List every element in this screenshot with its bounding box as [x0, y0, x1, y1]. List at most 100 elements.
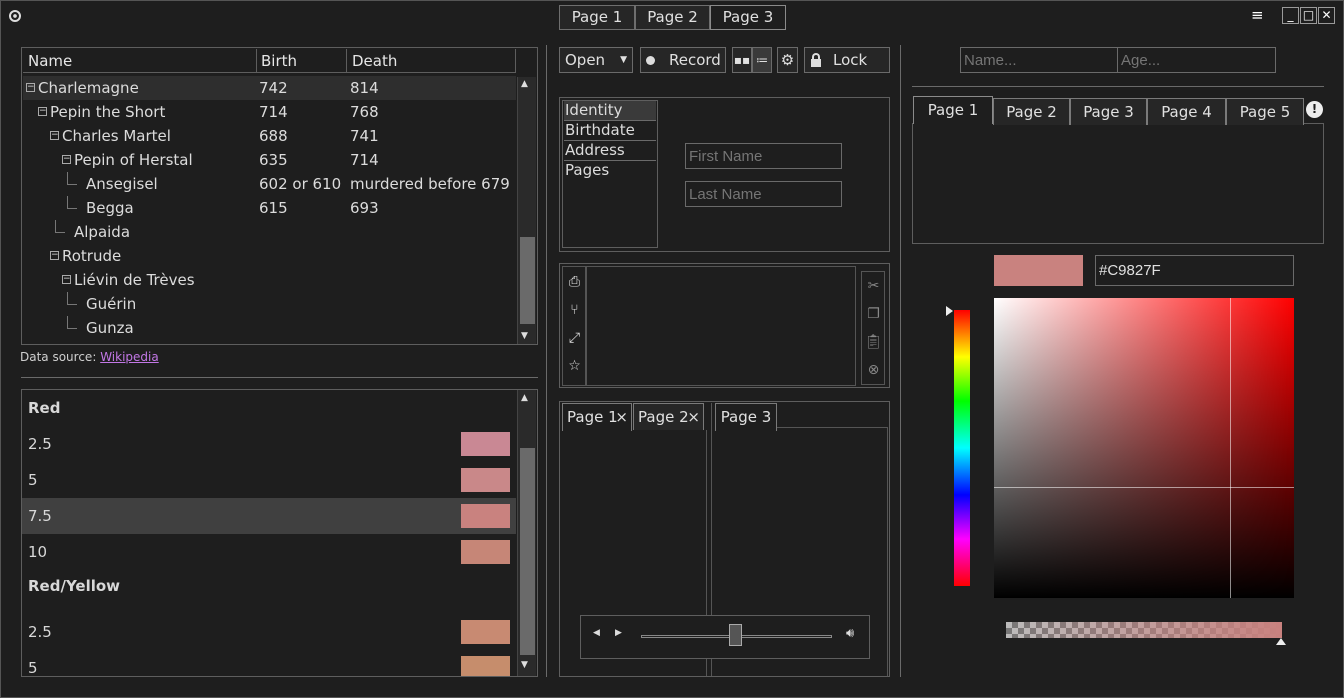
right-tab-page-5[interactable]: Page 5	[1226, 98, 1304, 125]
record-label: Record	[669, 51, 721, 69]
close-tab-icon[interactable]: ×	[687, 404, 700, 430]
inner-tab-page-2[interactable]: Page 2 ×	[633, 403, 704, 430]
right-tab-panel	[912, 123, 1324, 244]
tree-row[interactable]: Ansegisel 602 or 610 murdered before 679	[23, 172, 516, 196]
window-tab-page-3[interactable]: Page 3	[710, 5, 786, 30]
close-icon[interactable]: ✕	[1318, 7, 1335, 24]
tree-row[interactable]: − Liévin de Trèves	[23, 268, 516, 292]
collapse-icon[interactable]: −	[62, 155, 71, 164]
alert-icon[interactable]: !	[1306, 101, 1323, 118]
last-name-field[interactable]	[685, 181, 842, 207]
tree-row[interactable]: Gunza	[23, 316, 516, 340]
tree-row[interactable]: − Pepin the Short 714 768	[23, 100, 516, 124]
picker-crosshair-v	[1230, 298, 1231, 598]
collapse-icon[interactable]: −	[26, 83, 35, 92]
open-file-icon[interactable]: ⎙	[564, 270, 585, 294]
age-field[interactable]	[1117, 47, 1276, 73]
close-tab-icon[interactable]: ×	[615, 404, 628, 430]
right-tab-page-1[interactable]: Page 1	[913, 96, 993, 124]
expand-icon[interactable]: ⤢	[564, 326, 585, 350]
swatch-scrollbar[interactable]: ▲ ▼	[517, 390, 536, 676]
tree-branch-line	[67, 172, 77, 185]
tree-row[interactable]: − Rotrude	[23, 244, 516, 268]
record-icon	[646, 56, 655, 65]
scroll-up-icon[interactable]: ▲	[521, 393, 528, 403]
previous-icon[interactable]: ◀	[593, 628, 600, 638]
list-view-button[interactable]: ≔	[752, 47, 772, 73]
collapse-icon[interactable]: −	[62, 275, 71, 284]
window-tab-page-1[interactable]: Page 1	[559, 5, 635, 30]
swatch-item[interactable]: 7.5	[22, 498, 516, 534]
scroll-up-icon[interactable]: ▲	[521, 79, 528, 89]
tree-row-name: Charlemagne	[38, 79, 139, 97]
alpha-marker-icon[interactable]	[1276, 638, 1286, 645]
right-tab-page-2[interactable]: Page 2	[993, 98, 1070, 125]
form-page-item[interactable]: Pages	[564, 161, 656, 181]
maximize-icon[interactable]: □	[1300, 7, 1317, 24]
form-page-item[interactable]: Address	[564, 141, 656, 161]
wikipedia-link[interactable]: Wikipedia	[100, 350, 159, 364]
tree-row[interactable]: − Charles Martel 688 741	[23, 124, 516, 148]
form-page-item[interactable]: Identity	[564, 101, 656, 121]
window-tab-page-2[interactable]: Page 2	[635, 5, 710, 30]
swatch-item[interactable]: 5	[22, 650, 516, 676]
inner-tab-page-3[interactable]: Page 3	[715, 403, 777, 431]
scroll-thumb[interactable]	[520, 448, 535, 655]
tree-row[interactable]: − Charlemagne 742 814	[23, 76, 516, 100]
scroll-thumb[interactable]	[520, 237, 535, 324]
tree-row-birth: 615	[259, 199, 288, 217]
open-dropdown[interactable]: Open ▼	[559, 47, 633, 73]
swatch-item[interactable]: 2.5	[22, 426, 516, 462]
form-page-item[interactable]: Birthdate	[564, 121, 656, 141]
right-tab-page-3[interactable]: Page 3	[1070, 98, 1147, 125]
inner-tab-page-1[interactable]: Page 1 ×	[562, 403, 632, 431]
app-menu-icon[interactable]	[9, 10, 21, 22]
saturation-value-picker[interactable]	[994, 298, 1294, 598]
collapse-icon[interactable]: −	[50, 131, 59, 140]
lock-button[interactable]: Lock	[804, 47, 890, 73]
tree-row[interactable]: Begga 615 693	[23, 196, 516, 220]
swatch-item[interactable]: 10	[22, 534, 516, 570]
copy-icon[interactable]: ❐	[863, 302, 884, 326]
tree-row[interactable]: Alpaida	[23, 220, 516, 244]
hamburger-menu-icon[interactable]: ≡	[1251, 8, 1264, 23]
clear-icon[interactable]: ⊗	[863, 358, 884, 382]
name-field[interactable]	[960, 47, 1118, 73]
alpha-slider[interactable]	[1006, 622, 1282, 638]
color-swatch	[461, 540, 510, 564]
swatch-list[interactable]: Red 2.5 5 7.5 10 Red/Yellow 2.5 5 ▲ ▼	[21, 389, 538, 677]
column-header-name[interactable]: Name	[23, 49, 257, 73]
hue-marker-icon[interactable]	[946, 306, 953, 316]
tree-view[interactable]: Name Birth Death − Charlemagne 742 814− Pepi…	[21, 47, 538, 345]
star-icon[interactable]: ☆	[564, 354, 585, 378]
tree-row[interactable]: Guérin	[23, 292, 516, 316]
record-button[interactable]: Record	[640, 47, 726, 73]
grid-view-button[interactable]: ▪▪	[732, 47, 752, 73]
right-tab-page-4[interactable]: Page 4	[1147, 98, 1226, 125]
branch-icon[interactable]: ⑂	[564, 298, 585, 322]
form-page-list[interactable]: Identity Birthdate Address Pages	[562, 100, 658, 248]
collapse-icon[interactable]: −	[50, 251, 59, 260]
tree-row-birth: 602 or 610	[259, 175, 342, 193]
tree-scrollbar[interactable]: ▲ ▼	[517, 77, 536, 344]
hex-color-field[interactable]	[1095, 255, 1294, 286]
scroll-down-icon[interactable]: ▼	[521, 331, 528, 341]
collapse-icon[interactable]: −	[38, 107, 47, 116]
volume-icon[interactable]: 🔊︎	[846, 626, 854, 641]
seek-slider-thumb[interactable]	[729, 624, 742, 646]
paste-icon[interactable]: 📋︎	[863, 330, 884, 354]
hue-slider[interactable]	[954, 310, 970, 586]
tree-row[interactable]: − Pepin of Herstal 635 714	[23, 148, 516, 172]
swatch-label: 10	[28, 543, 48, 561]
settings-button[interactable]: ⚙	[777, 47, 798, 73]
minimize-icon[interactable]: _	[1282, 7, 1299, 24]
swatch-item[interactable]: 5	[22, 462, 516, 498]
scroll-down-icon[interactable]: ▼	[521, 660, 528, 670]
column-header-birth[interactable]: Birth	[256, 49, 347, 73]
column-header-death[interactable]: Death	[347, 49, 516, 73]
cut-icon[interactable]: ✂	[863, 274, 884, 298]
tree-row-birth: 688	[259, 127, 288, 145]
swatch-item[interactable]: 2.5	[22, 614, 516, 650]
next-icon[interactable]: ▶	[615, 628, 622, 638]
first-name-field[interactable]	[685, 143, 842, 169]
